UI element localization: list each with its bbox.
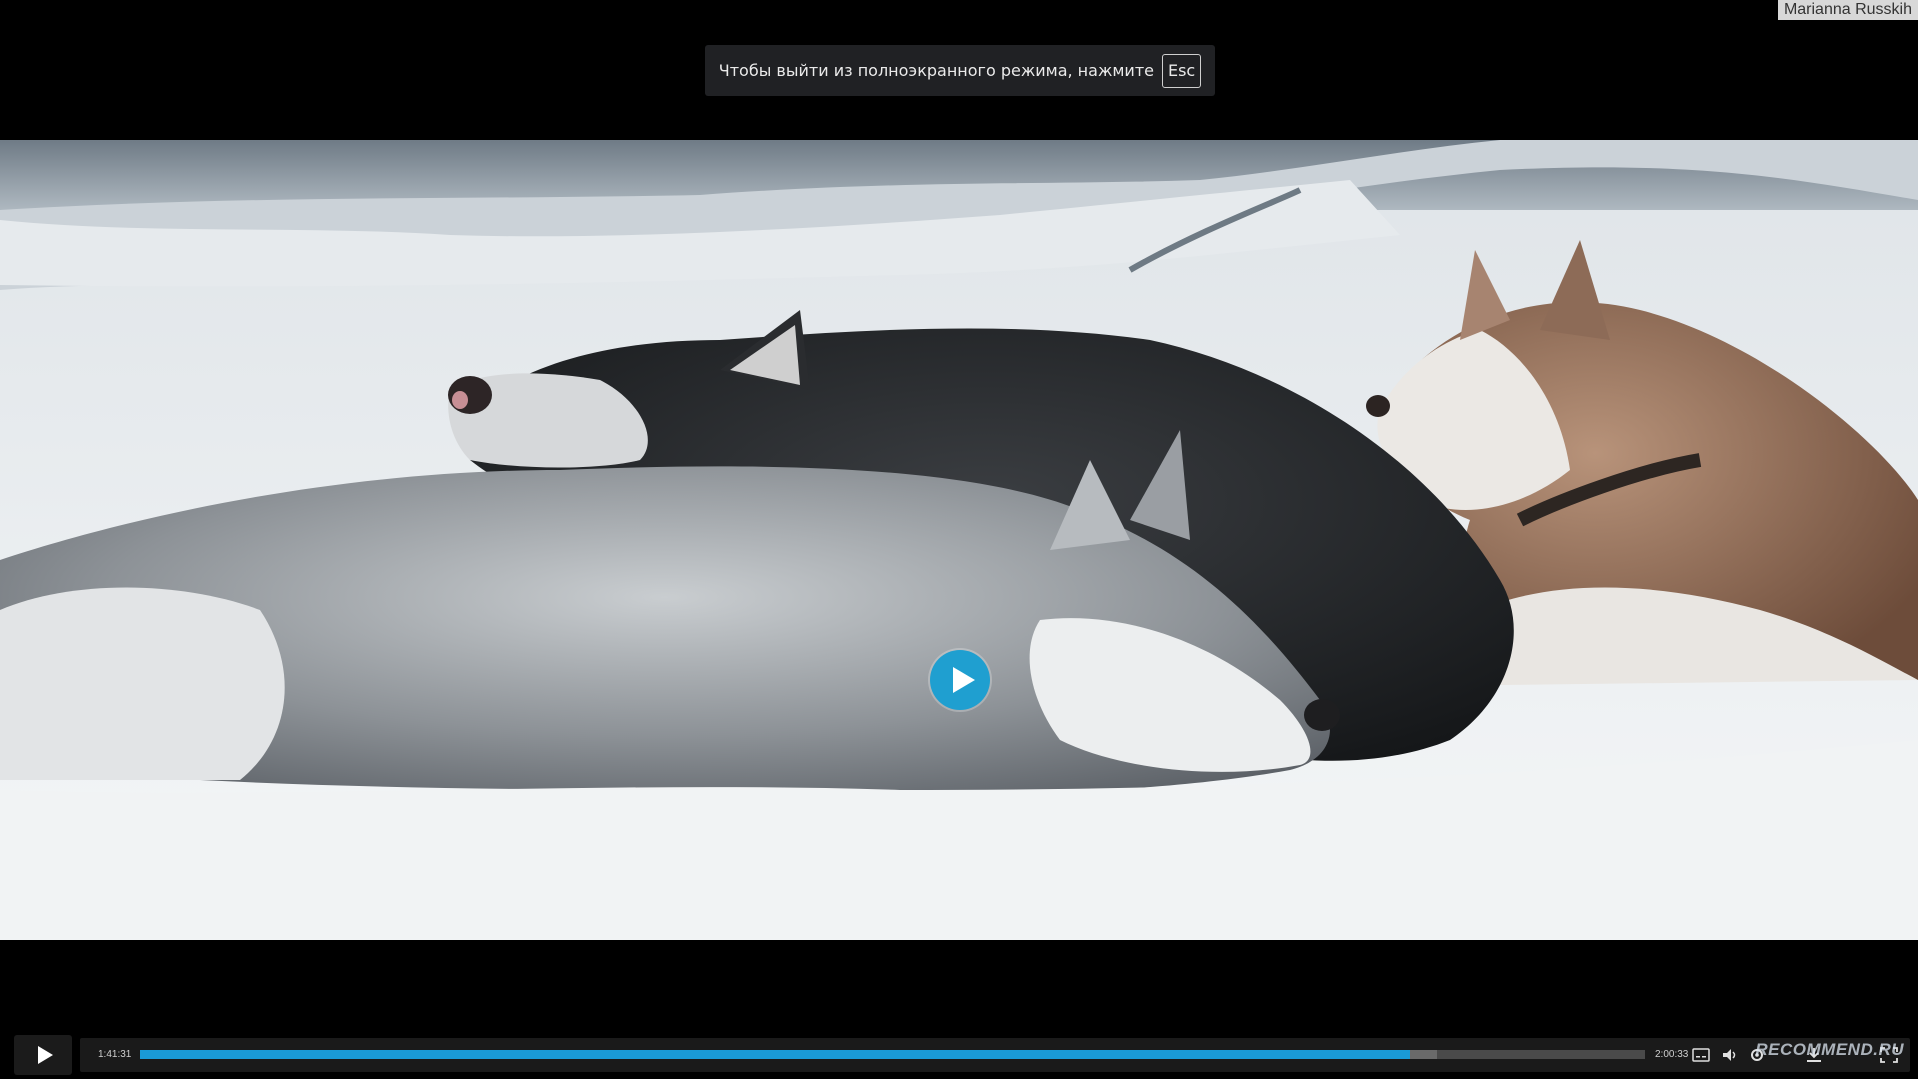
subtitles-icon[interactable]: [1692, 1047, 1710, 1063]
fullscreen-hint-text: Чтобы выйти из полноэкранного режима, на…: [718, 61, 1154, 80]
site-watermark: RECOMMEND.RU: [1755, 1040, 1904, 1059]
esc-key-badge: Esc: [1161, 53, 1202, 88]
progress-bar[interactable]: [140, 1050, 1645, 1059]
fullscreen-exit-hint: Чтобы выйти из полноэкранного режима, на…: [705, 45, 1215, 96]
player-controls: 1:41:31 2:00:33: [0, 1030, 1918, 1079]
video-frame[interactable]: [0, 140, 1918, 940]
author-watermark: Marianna Russkih: [1777, 0, 1918, 20]
total-time: 2:00:33: [1655, 1049, 1689, 1060]
current-time: 1:41:31: [98, 1049, 132, 1060]
volume-icon[interactable]: [1721, 1047, 1739, 1063]
fullscreen-video-player: Marianna Russkih Чтобы выйти из полноэкр…: [0, 0, 1918, 1079]
control-bar: 1:41:31 2:00:33: [80, 1038, 1910, 1072]
video-still-huskies: [0, 140, 1918, 940]
played-range: [140, 1050, 1411, 1059]
center-play-button[interactable]: [930, 650, 990, 710]
play-button[interactable]: [14, 1035, 72, 1075]
